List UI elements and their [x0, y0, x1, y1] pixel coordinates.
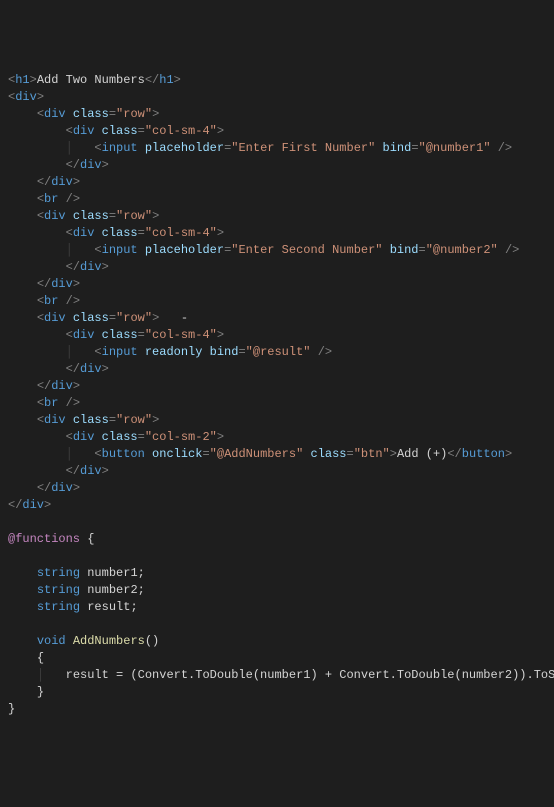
code-line: </div>: [8, 480, 546, 497]
code-line: <div class="col-sm-4">: [8, 225, 546, 242]
code-line: @functions {: [8, 531, 546, 548]
code-line: <div class="col-sm-4">: [8, 327, 546, 344]
code-line: <div class="row"> -: [8, 310, 546, 327]
code-line: string result;: [8, 599, 546, 616]
code-line: <div class="row">: [8, 412, 546, 429]
code-line: <div class="col-sm-4">: [8, 123, 546, 140]
code-editor[interactable]: <h1>Add Two Numbers</h1><div> <div class…: [8, 72, 546, 718]
code-line: </div>: [8, 276, 546, 293]
code-line: <br />: [8, 191, 546, 208]
code-line: [8, 514, 546, 531]
code-line: </div>: [8, 174, 546, 191]
code-line: }: [8, 684, 546, 701]
code-line: │ <input placeholder="Enter Second Numbe…: [8, 242, 546, 259]
code-line: }: [8, 701, 546, 718]
code-line: string number2;: [8, 582, 546, 599]
code-line: <h1>Add Two Numbers</h1>: [8, 72, 546, 89]
code-line: │ <button onclick="@AddNumbers" class="b…: [8, 446, 546, 463]
code-line: <div class="row">: [8, 106, 546, 123]
code-line: <br />: [8, 293, 546, 310]
code-line: string number1;: [8, 565, 546, 582]
code-line: </div>: [8, 361, 546, 378]
code-line: <div>: [8, 89, 546, 106]
code-line: </div>: [8, 497, 546, 514]
code-line: <br />: [8, 395, 546, 412]
h1-content: Add Two Numbers: [37, 73, 145, 87]
code-line: <div class="col-sm-2">: [8, 429, 546, 446]
code-line: </div>: [8, 378, 546, 395]
code-line: void AddNumbers(): [8, 633, 546, 650]
code-line: <div class="row">: [8, 208, 546, 225]
code-line: [8, 616, 546, 633]
code-line: </div>: [8, 157, 546, 174]
code-line: [8, 548, 546, 565]
code-line: │ <input readonly bind="@result" />: [8, 344, 546, 361]
code-line: │ <input placeholder="Enter First Number…: [8, 140, 546, 157]
code-line: </div>: [8, 463, 546, 480]
code-line: │ result = (Convert.ToDouble(number1) + …: [8, 667, 546, 684]
code-line: </div>: [8, 259, 546, 276]
code-line: {: [8, 650, 546, 667]
